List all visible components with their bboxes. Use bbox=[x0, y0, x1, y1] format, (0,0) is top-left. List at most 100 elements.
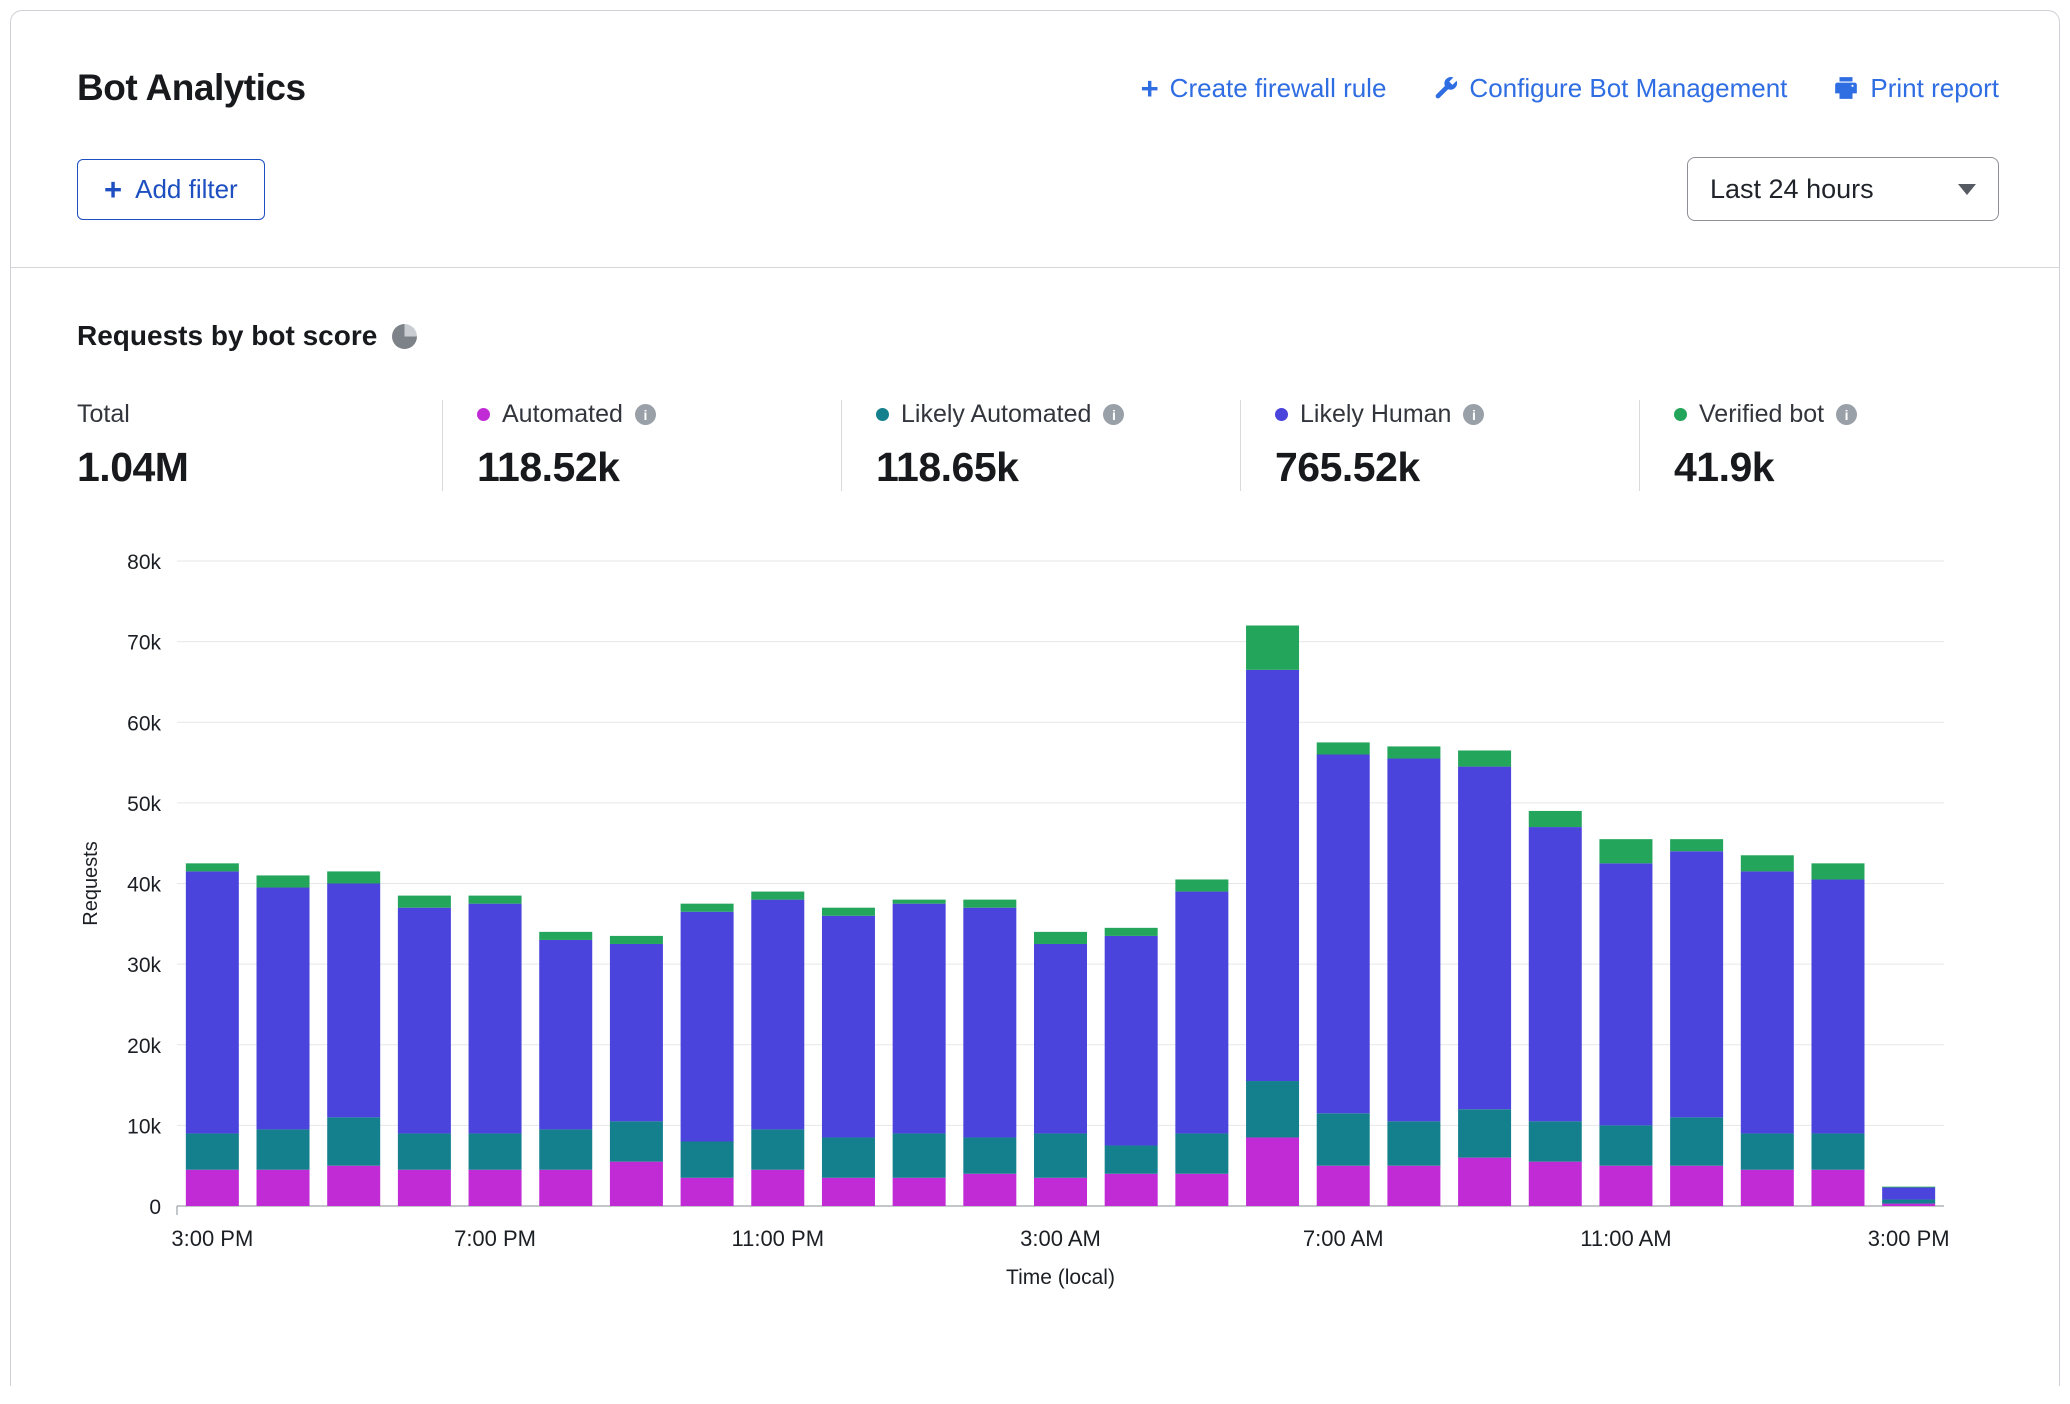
bar-segment-likely-automated bbox=[1741, 1133, 1794, 1169]
x-axis-title: Time (local) bbox=[1006, 1266, 1115, 1289]
info-icon[interactable]: i bbox=[635, 404, 656, 425]
y-tick-label: 70k bbox=[127, 632, 161, 655]
bar-segment-automated bbox=[186, 1170, 239, 1206]
y-tick-label: 80k bbox=[127, 551, 161, 574]
bar-segment-likely-human bbox=[681, 912, 734, 1142]
bar-segment-verified-bot bbox=[1105, 928, 1158, 936]
automated-dot bbox=[477, 408, 490, 421]
time-range-select[interactable]: Last 24 hours bbox=[1687, 157, 1999, 221]
requests-by-bot-score-chart: 010k20k30k40k50k60k70k80k3:00 PM7:00 PM1… bbox=[11, 539, 2059, 1314]
bar-segment-automated bbox=[1882, 1204, 1935, 1206]
stat-likely-automated: Likely Automated i 118.65k bbox=[841, 400, 1240, 491]
stat-likely-human: Likely Human i 765.52k bbox=[1240, 400, 1639, 491]
page-title: Bot Analytics bbox=[77, 67, 306, 109]
bar-segment-automated bbox=[751, 1170, 804, 1206]
x-tick-label: 3:00 PM bbox=[171, 1226, 253, 1251]
bar-segment-likely-automated bbox=[822, 1137, 875, 1177]
bar-segment-likely-automated bbox=[751, 1129, 804, 1169]
bar-segment-likely-automated bbox=[186, 1133, 239, 1169]
y-tick-label: 60k bbox=[127, 712, 161, 735]
bar-segment-verified-bot bbox=[681, 904, 734, 912]
print-report-link[interactable]: Print report bbox=[1833, 73, 1999, 104]
y-axis-title: Requests bbox=[80, 841, 102, 926]
info-icon[interactable]: i bbox=[1836, 404, 1857, 425]
bar-segment-verified-bot bbox=[1529, 811, 1582, 827]
bar-segment-likely-human bbox=[1811, 879, 1864, 1133]
bar-segment-automated bbox=[327, 1166, 380, 1206]
bar-segment-likely-automated bbox=[1317, 1113, 1370, 1165]
bar-segment-likely-human bbox=[469, 904, 522, 1134]
bar-segment-likely-human bbox=[1387, 759, 1440, 1122]
stat-verified-bot: Verified bot i 41.9k bbox=[1639, 400, 2038, 491]
requests-chart-svg: 010k20k30k40k50k60k70k80k3:00 PM7:00 PM1… bbox=[11, 539, 2063, 1309]
bar-segment-likely-human bbox=[186, 871, 239, 1133]
stat-total-label: Total bbox=[77, 400, 130, 429]
bar-segment-likely-human bbox=[963, 908, 1016, 1138]
wrench-icon bbox=[1432, 75, 1458, 101]
bar-segment-automated bbox=[822, 1178, 875, 1206]
bar-segment-automated bbox=[1246, 1137, 1299, 1206]
bar-segment-verified-bot bbox=[257, 875, 310, 887]
bar-segment-automated bbox=[963, 1174, 1016, 1206]
bar-segment-verified-bot bbox=[186, 863, 239, 871]
bar-segment-likely-automated bbox=[257, 1129, 310, 1169]
bar-segment-automated bbox=[893, 1178, 946, 1206]
info-icon[interactable]: i bbox=[1103, 404, 1124, 425]
section-title: Requests by bot score bbox=[77, 320, 377, 352]
bar-segment-likely-human bbox=[1317, 755, 1370, 1114]
bar-segment-verified-bot bbox=[1387, 746, 1440, 758]
y-tick-label: 10k bbox=[127, 1115, 161, 1138]
stat-total: Total 1.04M bbox=[77, 400, 442, 491]
print-report-label: Print report bbox=[1870, 73, 1999, 104]
stat-automated: Automated i 118.52k bbox=[442, 400, 841, 491]
bar-segment-likely-automated bbox=[893, 1133, 946, 1177]
add-filter-button[interactable]: + Add filter bbox=[77, 159, 265, 220]
stat-total-value: 1.04M bbox=[77, 444, 442, 491]
add-filter-label: Add filter bbox=[135, 174, 238, 205]
bar-segment-verified-bot bbox=[1882, 1187, 1935, 1188]
stat-automated-label: Automated bbox=[502, 400, 623, 429]
stats-row: Total 1.04M Automated i 118.52k Likely bbox=[77, 400, 2059, 491]
bar-segment-likely-automated bbox=[1882, 1200, 1935, 1204]
stat-likely-automated-value: 118.65k bbox=[876, 444, 1240, 491]
pie-chart-icon bbox=[392, 324, 417, 349]
likely-automated-dot bbox=[876, 408, 889, 421]
info-icon[interactable]: i bbox=[1463, 404, 1484, 425]
bar-segment-automated bbox=[539, 1170, 592, 1206]
header-actions: + Create firewall rule Configure Bot Man… bbox=[1141, 73, 1999, 104]
bar-segment-likely-automated bbox=[1458, 1109, 1511, 1157]
bar-segment-automated bbox=[1529, 1162, 1582, 1206]
bar-segment-likely-automated bbox=[1670, 1117, 1723, 1165]
bar-segment-likely-automated bbox=[1811, 1133, 1864, 1169]
bar-segment-likely-automated bbox=[1175, 1133, 1228, 1173]
bar-segment-automated bbox=[1175, 1174, 1228, 1206]
y-tick-label: 50k bbox=[127, 793, 161, 816]
bar-segment-automated bbox=[398, 1170, 451, 1206]
bar-segment-likely-human bbox=[1175, 892, 1228, 1134]
bar-segment-verified-bot bbox=[893, 900, 946, 904]
bar-segment-verified-bot bbox=[1317, 742, 1370, 754]
create-firewall-rule-label: Create firewall rule bbox=[1170, 73, 1387, 104]
bar-segment-automated bbox=[1599, 1166, 1652, 1206]
create-firewall-rule-link[interactable]: + Create firewall rule bbox=[1141, 73, 1387, 104]
configure-bot-management-link[interactable]: Configure Bot Management bbox=[1432, 73, 1787, 104]
bar-segment-likely-automated bbox=[327, 1117, 380, 1165]
configure-bot-management-label: Configure Bot Management bbox=[1469, 73, 1787, 104]
bar-segment-likely-automated bbox=[1034, 1133, 1087, 1177]
chevron-down-icon bbox=[1958, 184, 1976, 195]
plus-icon: + bbox=[1141, 73, 1159, 104]
bar-segment-likely-human bbox=[1458, 767, 1511, 1110]
bar-segment-likely-automated bbox=[963, 1137, 1016, 1173]
bar-segment-likely-automated bbox=[1387, 1121, 1440, 1165]
bar-segment-likely-human bbox=[1882, 1187, 1935, 1199]
bar-segment-likely-human bbox=[327, 884, 380, 1118]
x-tick-label: 3:00 AM bbox=[1020, 1226, 1101, 1251]
bar-segment-likely-human bbox=[1105, 936, 1158, 1146]
stat-verified-bot-label: Verified bot bbox=[1699, 400, 1824, 429]
time-range-value: Last 24 hours bbox=[1710, 174, 1874, 205]
bar-segment-likely-automated bbox=[1529, 1121, 1582, 1161]
bar-segment-automated bbox=[1670, 1166, 1723, 1206]
bar-segment-likely-automated bbox=[610, 1121, 663, 1161]
bar-segment-verified-bot bbox=[469, 896, 522, 904]
bar-segment-automated bbox=[1105, 1174, 1158, 1206]
